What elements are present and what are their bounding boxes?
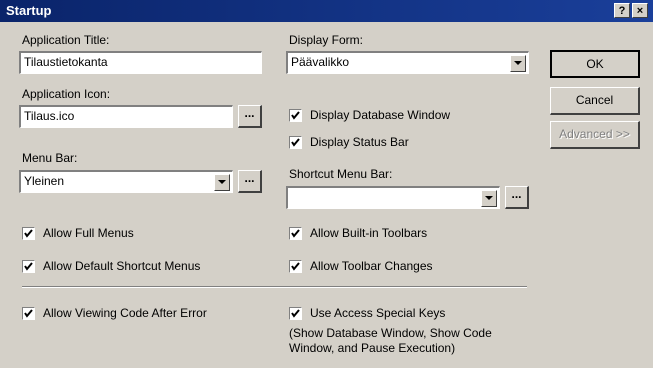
shortcut-menu-bar-dropdown-button[interactable] bbox=[481, 190, 497, 207]
allow-viewing-code-checkbox[interactable]: Allow Viewing Code After Error bbox=[22, 306, 207, 320]
separator-line bbox=[22, 286, 527, 288]
shortcut-menu-bar-select[interactable] bbox=[286, 186, 500, 209]
shortcut-menu-bar-browse-button[interactable]: ... bbox=[505, 186, 529, 209]
check-icon bbox=[24, 228, 33, 238]
display-form-dropdown-button[interactable] bbox=[510, 55, 526, 72]
use-access-special-keys-label: Use Access Special Keys bbox=[310, 306, 446, 320]
checkbox-box[interactable] bbox=[22, 306, 35, 320]
chevron-down-icon bbox=[514, 61, 522, 65]
app-icon-label: Application Icon: bbox=[22, 87, 111, 101]
menu-bar-label: Menu Bar: bbox=[22, 151, 78, 165]
check-icon bbox=[291, 137, 300, 147]
check-icon bbox=[291, 228, 300, 238]
display-status-bar-label: Display Status Bar bbox=[310, 135, 409, 149]
display-form-value: Päävalikko bbox=[291, 55, 350, 69]
allow-default-shortcut-menus-checkbox[interactable]: Allow Default Shortcut Menus bbox=[22, 259, 200, 273]
dialog-title: Startup bbox=[6, 3, 52, 18]
app-title-input[interactable]: Tilaustietokanta bbox=[19, 51, 262, 74]
check-icon bbox=[291, 110, 300, 120]
display-database-window-label: Display Database Window bbox=[310, 108, 451, 122]
chevron-down-icon bbox=[218, 180, 226, 184]
startup-dialog: Startup ? × Application Title: Tilaustie… bbox=[0, 0, 653, 368]
allow-builtin-toolbars-label: Allow Built-in Toolbars bbox=[310, 226, 428, 240]
allow-toolbar-changes-checkbox[interactable]: Allow Toolbar Changes bbox=[289, 259, 433, 273]
checkbox-box[interactable] bbox=[289, 135, 302, 149]
cancel-button[interactable]: Cancel bbox=[550, 87, 640, 115]
help-button[interactable]: ? bbox=[614, 3, 630, 18]
close-button[interactable]: × bbox=[632, 3, 648, 18]
check-icon bbox=[291, 308, 300, 318]
menu-bar-browse-button[interactable]: ... bbox=[238, 170, 262, 193]
shortcut-menu-bar-label: Shortcut Menu Bar: bbox=[289, 167, 393, 181]
menu-bar-dropdown-button[interactable] bbox=[214, 174, 230, 191]
app-icon-browse-button[interactable]: ... bbox=[238, 105, 262, 128]
app-title-label: Application Title: bbox=[22, 33, 110, 47]
allow-full-menus-checkbox[interactable]: Allow Full Menus bbox=[22, 226, 134, 240]
menu-bar-value: Yleinen bbox=[24, 174, 65, 188]
ok-button[interactable]: OK bbox=[550, 50, 640, 78]
display-status-bar-checkbox[interactable]: Display Status Bar bbox=[289, 135, 409, 149]
advanced-button: Advanced >> bbox=[550, 121, 640, 149]
allow-full-menus-label: Allow Full Menus bbox=[43, 226, 134, 240]
display-form-label: Display Form: bbox=[289, 33, 364, 47]
checkbox-box[interactable] bbox=[289, 259, 302, 273]
checkbox-box[interactable] bbox=[289, 226, 302, 240]
check-icon bbox=[24, 261, 33, 271]
checkbox-box[interactable] bbox=[289, 306, 302, 320]
chevron-down-icon bbox=[485, 196, 493, 200]
menu-bar-select[interactable]: Yleinen bbox=[19, 170, 233, 193]
display-form-select[interactable]: Päävalikko bbox=[286, 51, 529, 74]
allow-default-shortcut-menus-label: Allow Default Shortcut Menus bbox=[43, 259, 201, 273]
title-bar[interactable]: Startup ? × bbox=[0, 0, 653, 22]
special-keys-note: (Show Database Window, Show Code Window,… bbox=[289, 326, 492, 355]
allow-toolbar-changes-label: Allow Toolbar Changes bbox=[310, 259, 433, 273]
allow-builtin-toolbars-checkbox[interactable]: Allow Built-in Toolbars bbox=[289, 226, 427, 240]
checkbox-box[interactable] bbox=[22, 259, 35, 273]
checkbox-box[interactable] bbox=[289, 108, 302, 122]
check-icon bbox=[291, 261, 300, 271]
app-icon-input[interactable]: Tilaus.ico bbox=[19, 105, 233, 128]
use-access-special-keys-checkbox[interactable]: Use Access Special Keys bbox=[289, 306, 445, 320]
check-icon bbox=[24, 308, 33, 318]
allow-viewing-code-label: Allow Viewing Code After Error bbox=[43, 306, 207, 320]
display-database-window-checkbox[interactable]: Display Database Window bbox=[289, 108, 450, 122]
checkbox-box[interactable] bbox=[22, 226, 35, 240]
